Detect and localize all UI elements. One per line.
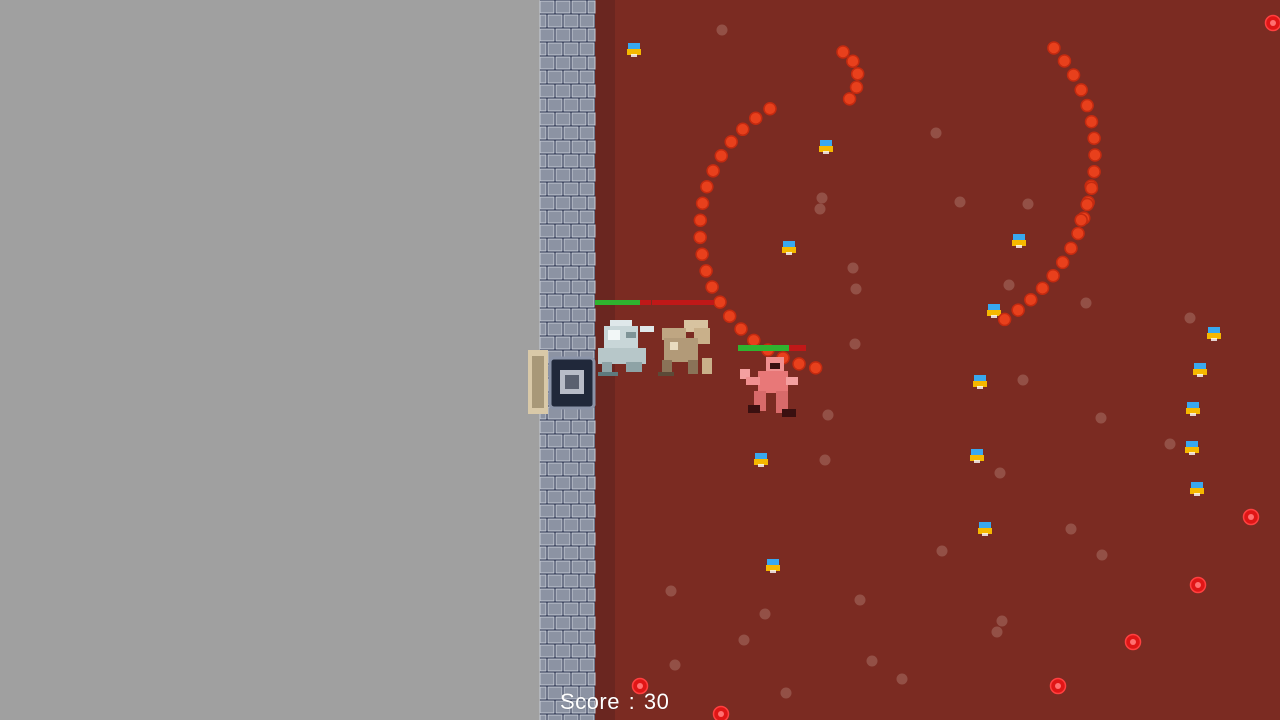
score-label: Score [560, 689, 620, 714]
gem-pickup[interactable] [782, 241, 796, 255]
player-health-bar [595, 300, 651, 305]
gem-pickup[interactable] [1186, 402, 1200, 416]
gem-pickup[interactable] [766, 559, 780, 573]
score-display: Score : 30 [560, 689, 669, 715]
gem-pickup[interactable] [1207, 327, 1221, 341]
gem-pickup[interactable] [1012, 234, 1026, 248]
gem-pickup[interactable] [1193, 363, 1207, 377]
gem-pickup[interactable] [1185, 441, 1199, 455]
gem-pickup[interactable] [627, 43, 641, 57]
enemy-health-bar [738, 345, 806, 351]
score-value: 30 [643, 689, 670, 714]
gem-pickup[interactable] [970, 449, 984, 463]
gem-pickup[interactable] [819, 140, 833, 154]
score-separator: : [628, 689, 636, 714]
gem-pickup[interactable] [754, 453, 768, 467]
void-area [0, 0, 540, 720]
gem-pickup[interactable] [978, 522, 992, 536]
gem-pickup[interactable] [1190, 482, 1204, 496]
gem-pickup[interactable] [973, 375, 987, 389]
wall-gate[interactable] [528, 350, 596, 414]
ally-health-bar [652, 300, 714, 305]
game-scene[interactable] [0, 0, 1280, 720]
